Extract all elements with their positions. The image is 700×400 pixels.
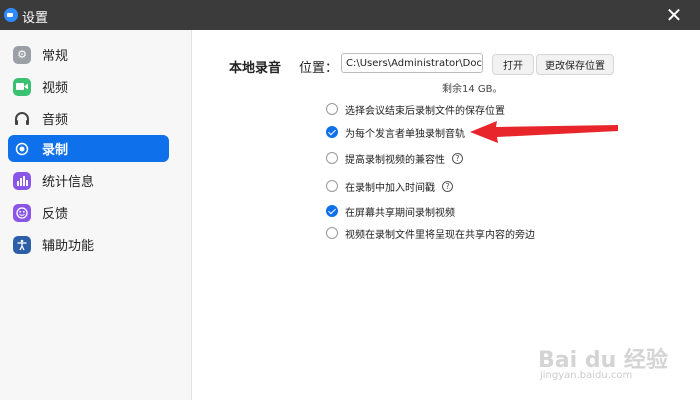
annotation-arrow	[470, 121, 618, 143]
